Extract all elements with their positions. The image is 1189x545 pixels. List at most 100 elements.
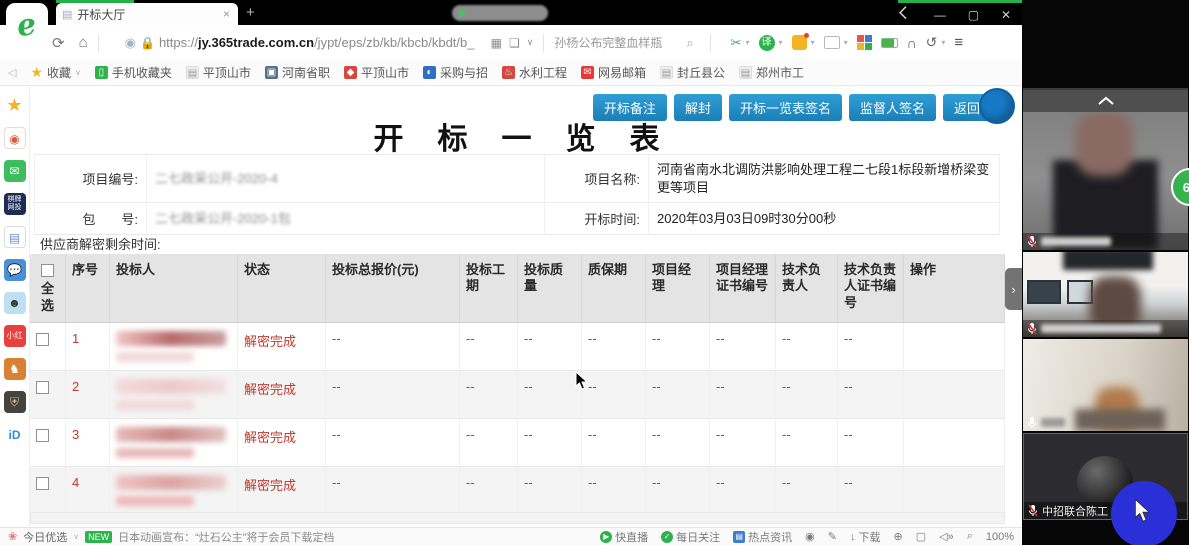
scroll-right-chip[interactable]: ›: [1005, 268, 1022, 310]
bidder-name-redacted: [110, 419, 238, 467]
game-blue-icon[interactable]: ☻: [4, 292, 26, 314]
video-tile-1[interactable]: [1023, 90, 1188, 250]
zoom-search-icon[interactable]: ⌕: [967, 530, 973, 543]
operation-cell: [904, 323, 1005, 371]
bookmark-item[interactable]: ✉网易邮箱: [581, 64, 646, 81]
today-pick-label[interactable]: 今日优选: [23, 529, 67, 545]
hot-news-item[interactable]: ▤热点资讯: [733, 529, 792, 545]
cell-value: --: [776, 467, 838, 515]
video-tile-2[interactable]: [1023, 252, 1188, 337]
bookmark-label: 网易邮箱: [598, 64, 646, 81]
zoom-level[interactable]: 100%: [986, 531, 1014, 543]
bookmark-item[interactable]: ▣河南省职: [265, 64, 330, 81]
home-icon[interactable]: ⌂: [79, 34, 88, 52]
cell-value: --: [582, 323, 646, 371]
wheel-icon[interactable]: ◉: [805, 530, 815, 543]
col-header: 投标工期: [460, 254, 518, 323]
site-icon: ◆: [344, 66, 357, 79]
chevron-down-icon: ▾: [811, 38, 815, 47]
game-orange-icon[interactable]: ♞: [4, 358, 26, 380]
bookmark-item[interactable]: ◆平顶山市: [344, 64, 409, 81]
qr-code-icon[interactable]: ▦: [491, 36, 502, 50]
bookmark-item[interactable]: ◐采购与招: [423, 64, 488, 81]
minimize-button[interactable]: —: [930, 8, 950, 22]
recording-dot-icon: [459, 10, 465, 16]
bidder-name-redacted: [110, 467, 238, 515]
col-header: 序号: [66, 254, 110, 323]
row-checkbox[interactable]: [36, 381, 49, 394]
bookmark-item[interactable]: ▤封丘县公: [660, 64, 725, 81]
brush-icon[interactable]: ✎: [828, 530, 837, 543]
select-all-checkbox[interactable]: [41, 264, 54, 277]
chevron-down-icon: ▾: [779, 38, 783, 47]
snapshot-icon[interactable]: ❏: [509, 36, 520, 50]
chevron-down-icon[interactable]: ∨: [527, 37, 534, 48]
screenshot-scissors-icon[interactable]: ✂: [731, 35, 742, 51]
daily-follow-item[interactable]: ✓每日关注: [661, 529, 720, 545]
horizontal-scrollbar[interactable]: [30, 512, 1005, 524]
messenger-icon[interactable]: 💬: [4, 259, 26, 281]
favorites-star-icon[interactable]: ★: [4, 94, 26, 116]
favorites-menu[interactable]: ★ 收藏 ∨: [30, 64, 80, 81]
undo-icon[interactable]: ↺: [926, 34, 938, 51]
cell-value: --: [710, 419, 776, 467]
media-tool-icon[interactable]: [824, 36, 840, 49]
chevron-down-icon: ∨: [75, 68, 81, 77]
live-icon: ▶: [600, 531, 612, 543]
browser-tab[interactable]: ▤ 开标大厅 ×: [56, 3, 238, 25]
xiaohongshu-icon[interactable]: 小红书: [4, 325, 26, 347]
headset-icon[interactable]: ∩: [907, 35, 917, 51]
cell-value: --: [838, 371, 904, 419]
cell-value: --: [460, 467, 518, 515]
url-extra-icons: ▦ ❏ ∨: [491, 36, 534, 50]
participant-hair: [1063, 252, 1153, 270]
video-tile-3[interactable]: [1023, 339, 1188, 431]
chevron-down-icon[interactable]: ∨: [73, 532, 79, 541]
bookmark-item[interactable]: ♨水利工程: [502, 64, 567, 81]
cell-value: --: [460, 371, 518, 419]
new-tab-button[interactable]: +: [246, 4, 255, 21]
accent-strip: [898, 0, 1022, 3]
collapse-tiles-bar[interactable]: [1023, 88, 1188, 112]
download-item[interactable]: ↓下载: [850, 529, 881, 545]
battery-icon[interactable]: [881, 38, 898, 48]
tile-name-bar: [1023, 320, 1188, 337]
row-checkbox[interactable]: [36, 429, 49, 442]
cell-value: --: [582, 371, 646, 419]
weibo-icon[interactable]: ◉: [4, 127, 26, 149]
search-hotword[interactable]: 孙杨公布完整血样瓶: [554, 34, 686, 51]
news-ticker[interactable]: 日本动画宣布：“灶石公主”将于会员下载定档: [118, 529, 334, 545]
collapse-panel-icon[interactable]: ◁: [8, 66, 16, 79]
row-checkbox[interactable]: [36, 333, 49, 346]
cell-value: --: [460, 419, 518, 467]
id-app-icon[interactable]: iD: [4, 424, 26, 446]
mail-icon[interactable]: ✉: [4, 160, 26, 182]
apps-grid-icon[interactable]: [857, 35, 872, 50]
network-icon[interactable]: ⊕: [893, 530, 902, 543]
speaker-icon[interactable]: ◁»: [939, 530, 954, 543]
browser-logo-icon[interactable]: e: [6, 3, 48, 47]
quick-live-item[interactable]: ▶快直播: [600, 529, 648, 545]
menu-icon[interactable]: ≡: [954, 34, 963, 51]
window-icon[interactable]: ▢: [916, 530, 926, 543]
row-checkbox[interactable]: [36, 477, 49, 490]
col-header: 投标人: [110, 254, 238, 323]
game-app-icon[interactable]: 棋牌网投: [4, 193, 26, 215]
bookmark-item[interactable]: ▤郑州市工: [739, 64, 804, 81]
row-no: 2: [66, 371, 110, 419]
theme-skin-icon[interactable]: 🮤: [895, 4, 916, 26]
refresh-icon[interactable]: ⟳: [52, 34, 65, 52]
search-icon[interactable]: ⌕: [686, 35, 693, 51]
translate-icon[interactable]: 译: [759, 35, 775, 51]
game-dark-icon[interactable]: ⛨: [4, 391, 26, 413]
tab-close-icon[interactable]: ×: [221, 7, 232, 21]
notes-icon[interactable]: ▤: [4, 226, 26, 248]
phone-favorites[interactable]: ▯ 手机收藏夹: [95, 64, 172, 81]
restore-button[interactable]: ▢: [964, 8, 983, 22]
bookmark-item[interactable]: ▤平顶山市: [186, 64, 251, 81]
wallet-icon[interactable]: [792, 35, 807, 50]
col-header: 项目经理: [646, 254, 710, 323]
url-field[interactable]: ◉ 🔒 https://jy.365trade.com.cn/jypt/eps/…: [125, 35, 485, 51]
close-button[interactable]: ✕: [997, 8, 1015, 22]
participant-name-blurred: [1041, 237, 1111, 246]
